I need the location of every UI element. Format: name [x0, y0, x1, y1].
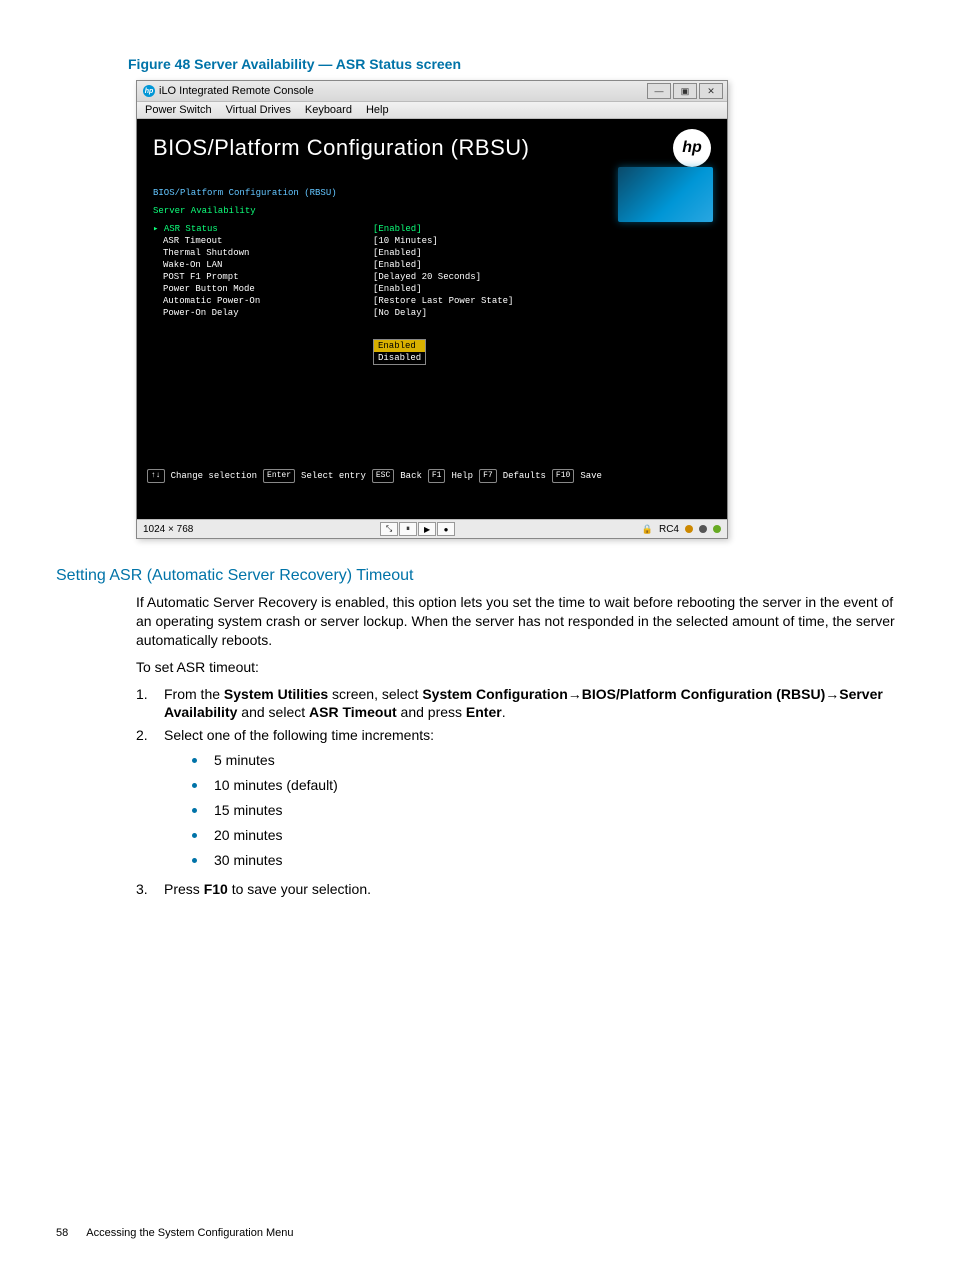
step-2-text: Select one of the following time increme… — [164, 726, 898, 745]
hp-favicon-icon: hp — [143, 85, 155, 97]
key-updown-label: Change selection — [171, 470, 257, 482]
bios-dropdown-option-enabled[interactable]: Enabled — [374, 340, 425, 352]
list-item: 10 minutes (default) — [192, 776, 898, 795]
key-esc-icon: ESC — [372, 469, 394, 483]
status-pause-button[interactable]: ⏸ — [399, 522, 417, 536]
section-heading: Setting ASR (Automatic Server Recovery) … — [56, 567, 898, 585]
procedure-lead: To set ASR timeout: — [136, 658, 898, 677]
bios-row-power-on-delay-label[interactable]: Power-On Delay — [153, 307, 373, 319]
key-f7-label: Defaults — [503, 470, 546, 482]
bios-row-post-f1-value: [Delayed 20 Seconds] — [373, 271, 513, 283]
led-amber-icon — [685, 525, 693, 533]
step-1-text: From the System Utilities screen, select… — [164, 685, 898, 723]
menu-power-switch[interactable]: Power Switch — [145, 104, 212, 116]
key-esc-label: Back — [400, 470, 422, 482]
section-intro: If Automatic Server Recovery is enabled,… — [136, 593, 898, 650]
maximize-button[interactable]: ▣ — [673, 83, 697, 99]
key-f10-label: Save — [580, 470, 602, 482]
step-2-number: 2. — [136, 726, 164, 875]
bios-breadcrumb-1: BIOS/Platform Configuration (RBSU) — [153, 187, 711, 199]
step-3-number: 3. — [136, 880, 164, 899]
bios-row-thermal-shutdown-label[interactable]: Thermal Shutdown — [153, 247, 373, 259]
bios-row-auto-power-on-label[interactable]: Automatic Power-On — [153, 295, 373, 307]
page-number: 58 — [56, 1227, 68, 1239]
menu-keyboard[interactable]: Keyboard — [305, 104, 352, 116]
list-item: 15 minutes — [192, 801, 898, 820]
key-f7-icon: F7 — [479, 469, 497, 483]
status-encryption: RC4 — [659, 524, 679, 535]
figure-caption: Figure 48 Server Availability — ASR Stat… — [128, 56, 898, 72]
step-1-number: 1. — [136, 685, 164, 723]
key-enter-label: Select entry — [301, 470, 366, 482]
window-title: iLO Integrated Remote Console — [159, 85, 314, 97]
bios-footer: ↑↓ Change selection Enter Select entry E… — [137, 465, 727, 487]
bios-breadcrumb-2: Server Availability — [153, 205, 711, 217]
bios-row-asr-timeout-label[interactable]: ASR Timeout — [153, 235, 373, 247]
close-button[interactable]: ✕ — [699, 83, 723, 99]
bios-header-title: BIOS/Platform Configuration (RBSU) — [153, 135, 529, 161]
list-item: 5 minutes — [192, 751, 898, 770]
bios-row-post-f1-label[interactable]: POST F1 Prompt — [153, 271, 373, 283]
bios-row-asr-status-value: [Enabled] — [373, 223, 513, 235]
bios-row-auto-power-on-value: [Restore Last Power State] — [373, 295, 513, 307]
bios-row-thermal-shutdown-value: [Enabled] — [373, 247, 513, 259]
key-f1-label: Help — [451, 470, 473, 482]
led-green-icon — [713, 525, 721, 533]
menu-help[interactable]: Help — [366, 104, 389, 116]
key-enter-icon: Enter — [263, 469, 295, 483]
lock-icon: 🔒 — [642, 524, 653, 535]
ilo-console-window: hp iLO Integrated Remote Console — ▣ ✕ P… — [136, 80, 728, 539]
window-titlebar: hp iLO Integrated Remote Console — ▣ ✕ — [137, 81, 727, 102]
step-3-text: Press F10 to save your selection. — [164, 880, 898, 899]
status-resolution: 1024 × 768 — [143, 524, 193, 535]
bios-dropdown-option-disabled[interactable]: Disabled — [374, 352, 425, 364]
key-f10-icon: F10 — [552, 469, 574, 483]
bios-row-power-button-value: [Enabled] — [373, 283, 513, 295]
bios-screen: BIOS/Platform Configuration (RBSU) hp BI… — [137, 119, 727, 519]
status-resize-button[interactable]: ⤡ — [380, 522, 398, 536]
bios-row-wake-on-lan-value: [Enabled] — [373, 259, 513, 271]
footer-chapter: Accessing the System Configuration Menu — [86, 1227, 293, 1239]
bios-dropdown[interactable]: Enabled Disabled — [373, 339, 426, 365]
bios-row-asr-timeout-value: [10 Minutes] — [373, 235, 513, 247]
key-updown-icon: ↑↓ — [147, 469, 165, 483]
status-play-button[interactable]: ▶ — [418, 522, 436, 536]
bios-row-asr-status-label[interactable]: ▸ ASR Status — [153, 223, 373, 235]
hp-logo-icon: hp — [673, 129, 711, 167]
bios-row-power-on-delay-value: [No Delay] — [373, 307, 513, 319]
bios-row-wake-on-lan-label[interactable]: Wake-On LAN — [153, 259, 373, 271]
minimize-button[interactable]: — — [647, 83, 671, 99]
led-dark-icon — [699, 525, 707, 533]
key-f1-icon: F1 — [428, 469, 446, 483]
bios-row-power-button-label[interactable]: Power Button Mode — [153, 283, 373, 295]
statusbar: 1024 × 768 ⤡ ⏸ ▶ ● 🔒 RC4 — [137, 519, 727, 538]
menubar: Power Switch Virtual Drives Keyboard Hel… — [137, 102, 727, 119]
list-item: 20 minutes — [192, 826, 898, 845]
list-item: 30 minutes — [192, 851, 898, 870]
menu-virtual-drives[interactable]: Virtual Drives — [226, 104, 291, 116]
status-record-button[interactable]: ● — [437, 522, 455, 536]
